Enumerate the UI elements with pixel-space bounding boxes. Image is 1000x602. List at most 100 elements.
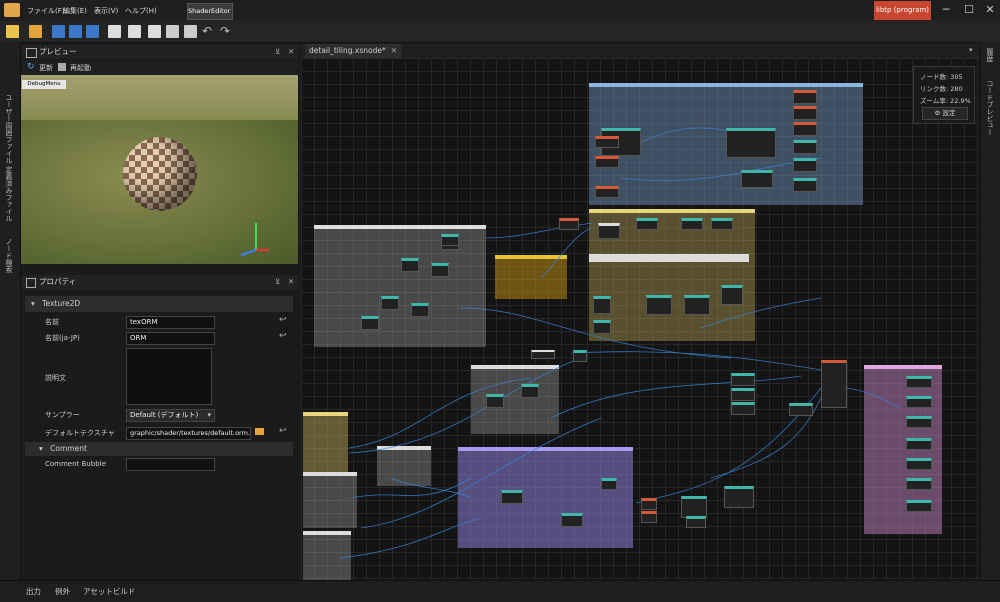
sidebar-tab-defined-files[interactable]: 定義済みファイル xyxy=(4,166,14,222)
reset-icon[interactable]: ↩ xyxy=(279,315,287,325)
node[interactable] xyxy=(646,295,672,315)
name-ja-input[interactable]: ORM xyxy=(126,332,215,345)
node[interactable] xyxy=(731,402,755,415)
menu-edit[interactable]: 編集(E) xyxy=(63,6,87,16)
node[interactable] xyxy=(711,218,733,230)
node[interactable] xyxy=(486,394,504,408)
asset-build-tab[interactable]: アセットビルド xyxy=(83,586,135,597)
debug-menu[interactable]: DebugMenu xyxy=(22,80,66,89)
maximize-icon[interactable]: ☐ xyxy=(961,3,977,17)
node[interactable] xyxy=(531,350,555,359)
new-file-icon[interactable] xyxy=(6,25,19,38)
node[interactable] xyxy=(593,296,611,314)
node[interactable] xyxy=(724,486,754,508)
node[interactable] xyxy=(793,158,817,172)
node[interactable] xyxy=(906,396,932,408)
restart-button[interactable]: 再起動 xyxy=(70,63,91,73)
node[interactable] xyxy=(573,350,587,362)
reset-texture-icon[interactable]: ↩ xyxy=(279,426,287,436)
program-button[interactable]: libtp (program) xyxy=(874,1,931,20)
default-texture-input[interactable]: graphic/shader/textures/default.orm.tga xyxy=(126,427,251,440)
node[interactable] xyxy=(601,478,617,490)
node[interactable] xyxy=(793,140,817,154)
node[interactable] xyxy=(741,170,773,188)
node[interactable] xyxy=(731,373,755,386)
node[interactable] xyxy=(821,360,847,408)
sidebar-tab-history[interactable]: 履歴 xyxy=(985,48,995,62)
node[interactable] xyxy=(793,90,817,104)
app-tab[interactable]: ShaderEditor (開発中) xyxy=(187,3,233,20)
sidebar-tab-node-search[interactable]: ノード検索 xyxy=(4,238,14,273)
save-all-icon[interactable] xyxy=(86,25,99,38)
preview-viewport[interactable]: DebugMenu xyxy=(21,75,298,264)
grid2-icon[interactable] xyxy=(184,25,197,38)
output-tab[interactable]: 出力 xyxy=(26,586,41,597)
node[interactable] xyxy=(401,258,419,272)
node[interactable] xyxy=(793,106,817,120)
sidebar-tab-code-preview[interactable]: コードプレビュー xyxy=(985,80,995,136)
minimize-icon[interactable]: ─ xyxy=(938,3,954,17)
preview-close-icon[interactable]: ✕ xyxy=(288,45,294,59)
node[interactable] xyxy=(641,511,657,523)
node[interactable] xyxy=(906,458,932,470)
node[interactable] xyxy=(906,438,932,450)
node[interactable] xyxy=(411,303,429,317)
node[interactable] xyxy=(793,178,817,192)
node-graph-canvas[interactable]: ノード数: 305 リンク数: 280 ズーム率: 22.9% ⚙ 設定 xyxy=(301,58,979,580)
node[interactable] xyxy=(906,376,932,388)
tab-menu-icon[interactable]: ▾ xyxy=(969,46,973,54)
section-comment[interactable]: ▾ Comment xyxy=(25,442,293,456)
exceptions-tab[interactable]: 例外 xyxy=(55,586,70,597)
undo-icon[interactable]: ↶ xyxy=(202,24,212,38)
browse-folder-icon[interactable] xyxy=(255,428,264,435)
node[interactable] xyxy=(681,218,703,230)
node[interactable] xyxy=(641,498,657,510)
editor-tab[interactable]: detail_tiling.xsnode* ✕ xyxy=(305,44,401,58)
node[interactable] xyxy=(441,234,459,246)
page-icon[interactable] xyxy=(128,25,141,38)
menu-file[interactable]: ファイル(F) xyxy=(27,6,65,16)
node[interactable] xyxy=(381,296,399,310)
node[interactable] xyxy=(789,403,813,416)
node[interactable] xyxy=(521,384,539,398)
properties-close-icon[interactable]: ✕ xyxy=(288,275,294,289)
node[interactable] xyxy=(501,490,523,504)
refresh-button[interactable]: 更新 xyxy=(39,63,53,73)
node[interactable] xyxy=(721,285,743,305)
node[interactable] xyxy=(595,136,619,148)
node[interactable] xyxy=(726,128,776,158)
description-textarea[interactable] xyxy=(126,348,212,405)
save-icon[interactable] xyxy=(52,25,65,38)
node[interactable] xyxy=(593,320,611,334)
menu-help[interactable]: ヘルプ(H) xyxy=(125,6,157,16)
node[interactable] xyxy=(906,500,932,512)
grid-icon[interactable] xyxy=(166,25,179,38)
node[interactable] xyxy=(684,295,710,315)
reset-ja-icon[interactable]: ↩ xyxy=(279,331,287,341)
node[interactable] xyxy=(731,388,755,401)
section-texture2d[interactable]: ▾ Texture2D xyxy=(25,296,293,312)
copy-icon[interactable] xyxy=(108,25,121,38)
node[interactable] xyxy=(431,263,449,277)
node[interactable] xyxy=(686,516,706,528)
settings-button[interactable]: ⚙ 設定 xyxy=(922,107,968,120)
restart-icon[interactable] xyxy=(58,63,66,71)
tab-close-icon[interactable]: ✕ xyxy=(391,44,397,58)
sidebar-tab-user-files[interactable]: ユーザー周囲ファイル xyxy=(4,94,14,164)
sampler-select[interactable]: Default (デフォルト) ▾ xyxy=(126,409,215,422)
node[interactable] xyxy=(559,218,579,230)
save-as-icon[interactable] xyxy=(69,25,82,38)
node[interactable] xyxy=(636,218,658,230)
close-icon[interactable]: ✕ xyxy=(982,3,998,17)
node[interactable] xyxy=(906,478,932,490)
redo-icon[interactable]: ↷ xyxy=(220,24,230,38)
node[interactable] xyxy=(361,316,379,330)
name-input[interactable]: texORM xyxy=(126,316,215,329)
page2-icon[interactable] xyxy=(148,25,161,38)
node[interactable] xyxy=(598,223,620,239)
node[interactable] xyxy=(561,513,583,527)
node[interactable] xyxy=(595,156,619,168)
node[interactable] xyxy=(681,496,707,518)
pin-icon[interactable]: ⊻ xyxy=(275,45,281,59)
comment-input[interactable] xyxy=(126,458,215,471)
